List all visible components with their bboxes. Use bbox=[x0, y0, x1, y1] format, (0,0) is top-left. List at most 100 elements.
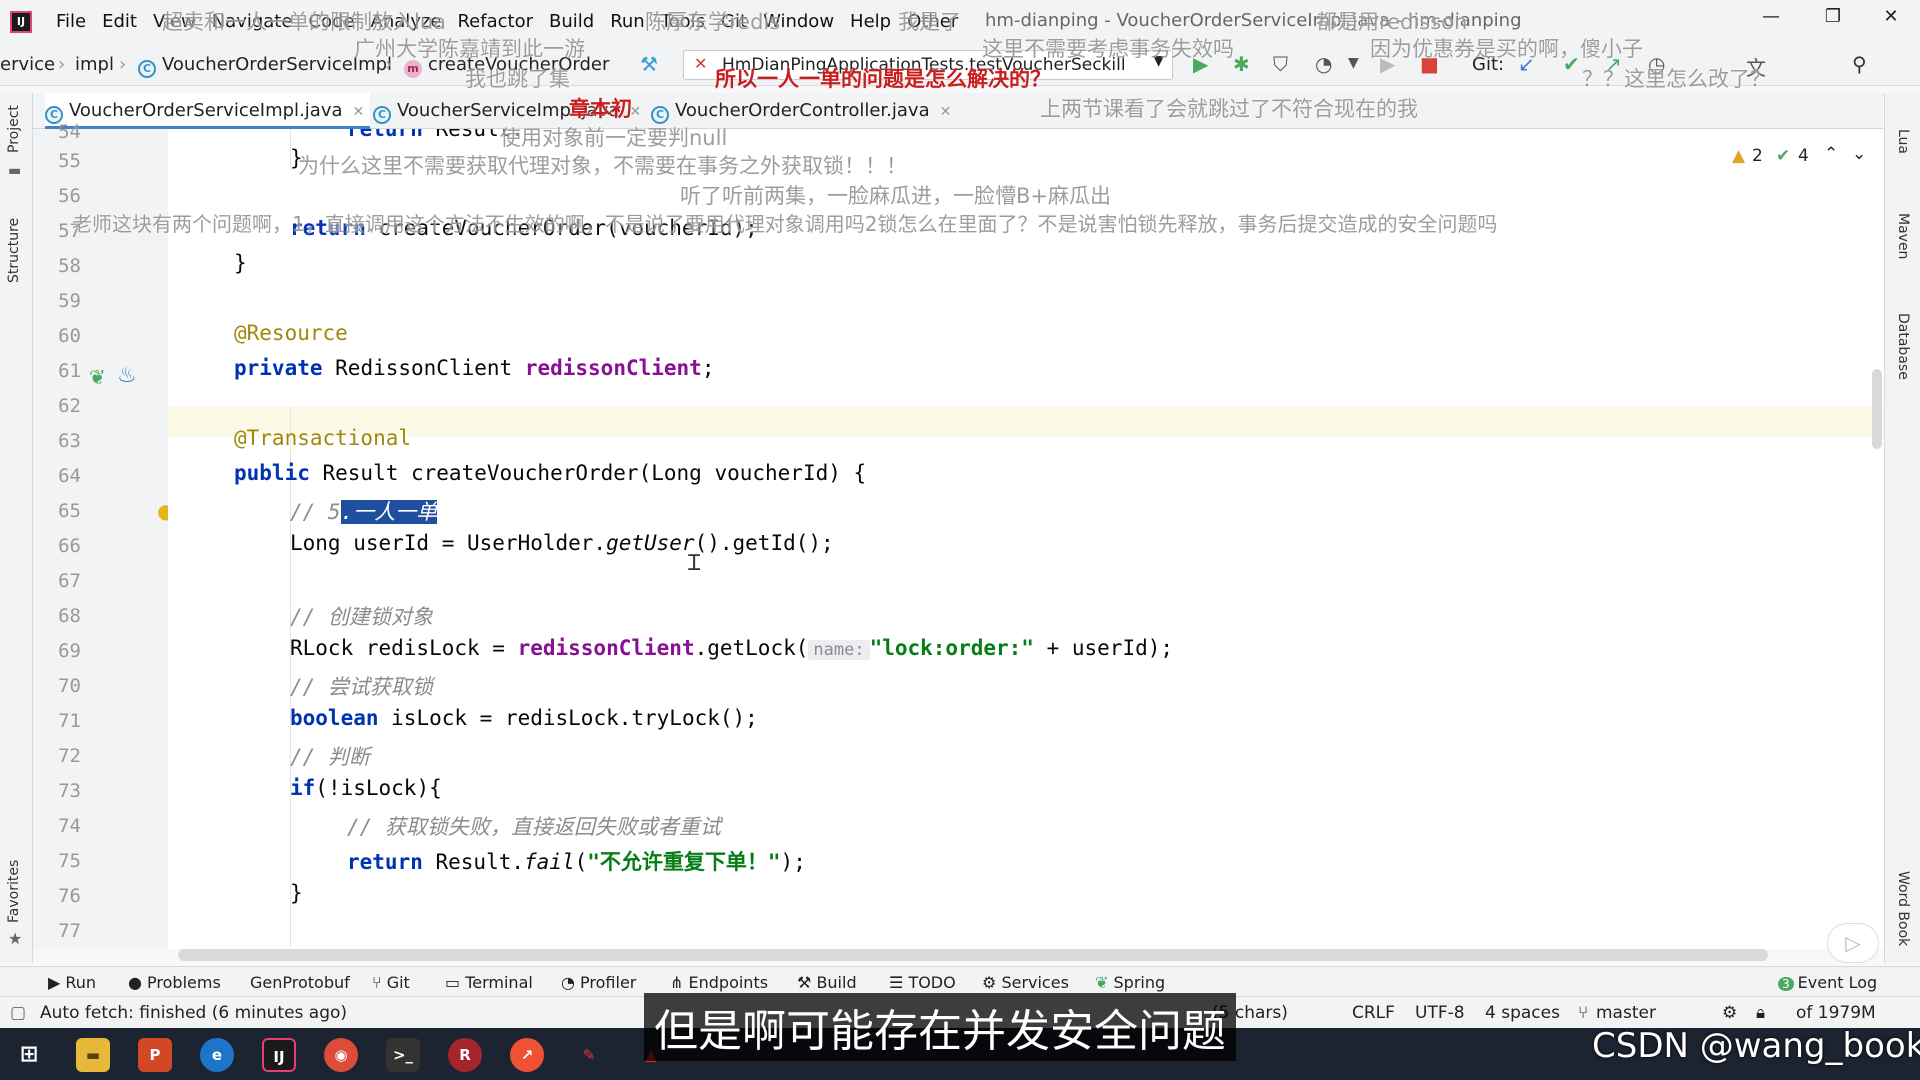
minimize-icon[interactable]: — bbox=[1756, 6, 1786, 27]
chevron-down-icon[interactable]: ⌄ bbox=[1852, 144, 1866, 164]
navigate-to-bean-icon[interactable]: ♨ bbox=[117, 363, 137, 388]
danmaku-comment: 使用对象前一定要判null bbox=[500, 126, 728, 150]
warning-icon[interactable]: ▲ bbox=[1732, 146, 1745, 166]
check-icon[interactable]: ✔ bbox=[1776, 146, 1790, 166]
tool-event-log[interactable]: 3 Event Log bbox=[1778, 973, 1877, 992]
danmaku-comment: 我也跳了集 bbox=[465, 67, 570, 91]
danmaku-comment: 为什么这里不需要获取代理对象，不需要在事务之外获取锁！！！ bbox=[298, 154, 907, 178]
spring-bean-icon[interactable]: ❦ bbox=[89, 365, 106, 389]
restore-icon[interactable]: ❐ bbox=[1818, 6, 1848, 27]
danmaku-comment: 章本初 bbox=[569, 97, 632, 121]
menu-file[interactable]: File bbox=[48, 11, 94, 32]
windows-start-icon[interactable]: ⊞ bbox=[12, 1038, 46, 1072]
tool-run[interactable]: ▶ Run bbox=[48, 973, 96, 992]
lock-icon[interactable]: 🔒︎ bbox=[1756, 1003, 1765, 1023]
search-icon[interactable]: ⚲ bbox=[1852, 52, 1867, 76]
indent-setting[interactable]: 4 spaces bbox=[1485, 1003, 1560, 1023]
line-number: 76 bbox=[58, 885, 81, 907]
tool-problems[interactable]: ● Problems bbox=[128, 973, 221, 992]
code-text: Result createVoucherOrder(Long voucherId… bbox=[309, 461, 867, 485]
code-text: .getLock( bbox=[694, 636, 809, 660]
database-tool-button[interactable]: Database bbox=[1895, 313, 1911, 380]
close-tab-icon[interactable]: ✕ bbox=[353, 104, 365, 120]
code-editor[interactable]: return Result. } return createVoucherOrd… bbox=[168, 129, 1884, 949]
tool-terminal[interactable]: ▭ Terminal bbox=[445, 973, 533, 992]
close-icon[interactable]: ✕ bbox=[1876, 6, 1906, 27]
file-encoding[interactable]: UTF-8 bbox=[1415, 1003, 1465, 1023]
selected-text: .一人一单 bbox=[340, 500, 438, 524]
tab-voucher-order-service-impl[interactable]: C VoucherOrderServiceImpl.java ✕ bbox=[45, 93, 371, 129]
editor-gutter: 54 55 56 57 58 59 60 61 62 63 64 65 66 6… bbox=[33, 121, 174, 949]
tool-label: Services bbox=[1001, 973, 1069, 992]
folder-icon: ▬ bbox=[8, 163, 22, 179]
play-overlay-icon[interactable]: ▷ bbox=[1827, 923, 1879, 963]
menu-edit[interactable]: Edit bbox=[94, 11, 145, 32]
tool-endpoints[interactable]: ⋔ Endpoints bbox=[670, 973, 768, 992]
file-explorer-icon[interactable]: ▬ bbox=[76, 1038, 110, 1072]
menu-build[interactable]: Build bbox=[541, 11, 602, 32]
breadcrumb-service[interactable]: ervice bbox=[0, 54, 55, 75]
menu-refactor[interactable]: Refactor bbox=[449, 11, 541, 32]
keyword: boolean bbox=[290, 706, 379, 730]
text-cursor-icon: Ɪ bbox=[688, 551, 701, 576]
breadcrumb-impl[interactable]: impl bbox=[75, 54, 114, 75]
postman-icon[interactable]: ↗ bbox=[510, 1038, 544, 1072]
danmaku-comment: ？？这里怎么改了？ bbox=[1582, 67, 1771, 91]
line-number: 70 bbox=[58, 675, 81, 697]
comment-text: // 5 bbox=[290, 500, 341, 524]
class-icon: C bbox=[138, 60, 156, 78]
terminal-app-icon[interactable]: >_ bbox=[386, 1038, 420, 1072]
pen-tool-icon[interactable]: ✎ bbox=[572, 1038, 606, 1072]
code-line-75: return Result.fail("不允许重复下单！"); bbox=[347, 846, 806, 876]
keyword: return bbox=[347, 850, 423, 874]
debug-icon[interactable]: ✱ bbox=[1233, 52, 1250, 76]
intellij-idea-icon[interactable]: IJ bbox=[262, 1038, 296, 1072]
coverage-icon[interactable]: ⛉ bbox=[1273, 52, 1288, 76]
chrome-icon[interactable]: ◉ bbox=[324, 1038, 358, 1072]
structure-tool-button[interactable]: Structure bbox=[6, 218, 22, 283]
git-branch[interactable]: master bbox=[1596, 1003, 1656, 1023]
powerpoint-icon[interactable]: P bbox=[138, 1038, 172, 1072]
word-book-tool-button[interactable]: Word Book bbox=[1895, 871, 1911, 946]
hammer-build-icon[interactable]: ⚒ bbox=[640, 52, 658, 76]
video-subtitle: 但是啊可能存在并发安全问题 bbox=[644, 993, 1236, 1061]
chevron-up-icon[interactable]: ⌃ bbox=[1824, 144, 1838, 164]
code-text: RLock redisLock = bbox=[290, 636, 518, 660]
current-line-highlight bbox=[168, 407, 1884, 437]
vertical-scrollbar[interactable] bbox=[1872, 369, 1882, 449]
tool-label: Problems bbox=[147, 973, 221, 992]
right-tool-strip: Lua Maven Database Word Book bbox=[1884, 93, 1920, 963]
tool-spring[interactable]: ❦ Spring bbox=[1095, 973, 1165, 992]
code-line-71: boolean isLock = redisLock.tryLock(); bbox=[290, 706, 758, 730]
edge-browser-icon[interactable]: e bbox=[200, 1038, 234, 1072]
code-line-74-comment: // 获取锁失败，直接返回失败或者重试 bbox=[347, 815, 721, 839]
lua-tool-button[interactable]: Lua bbox=[1895, 129, 1911, 154]
project-tool-button[interactable]: Project bbox=[6, 105, 22, 153]
settings-icon[interactable]: ⚙ bbox=[1722, 1003, 1737, 1023]
tool-build[interactable]: ⚒ Build bbox=[797, 973, 857, 992]
tool-git[interactable]: ⑂ Git bbox=[372, 973, 410, 992]
menu-help[interactable]: Help bbox=[842, 11, 899, 32]
redis-manager-icon[interactable]: R bbox=[448, 1038, 482, 1072]
tool-todo[interactable]: ☰ TODO bbox=[889, 973, 956, 992]
field-name: redissonClient bbox=[517, 636, 695, 660]
profile-icon[interactable]: ◔ bbox=[1315, 52, 1332, 76]
tool-genprotobuf[interactable]: GenProtobuf bbox=[250, 973, 350, 992]
tool-profiler[interactable]: ◔ Profiler bbox=[561, 973, 636, 992]
breadcrumb-separator: › bbox=[58, 54, 66, 75]
favorites-tool-button[interactable]: Favorites bbox=[6, 860, 22, 923]
code-line-58: } bbox=[234, 251, 247, 275]
line-number: 65 bbox=[58, 500, 81, 522]
line-number: 71 bbox=[58, 710, 81, 732]
status-message: Auto fetch: finished (6 minutes ago) bbox=[40, 1003, 348, 1023]
close-tab-icon[interactable]: ✕ bbox=[940, 104, 952, 120]
horizontal-scrollbar[interactable] bbox=[178, 949, 1768, 961]
more-run-chevron-icon[interactable]: ▼ bbox=[1348, 55, 1359, 71]
star-icon: ★ bbox=[8, 929, 23, 948]
memory-indicator[interactable]: of 1979M bbox=[1796, 1003, 1876, 1023]
status-square-icon[interactable]: ▢ bbox=[10, 1003, 26, 1023]
maven-tool-button[interactable]: Maven bbox=[1895, 213, 1911, 259]
tool-services[interactable]: ⚙ Services bbox=[982, 973, 1069, 992]
code-line-66: Long userId = UserHolder.getUser().getId… bbox=[290, 531, 834, 555]
line-separator[interactable]: CRLF bbox=[1352, 1003, 1395, 1023]
